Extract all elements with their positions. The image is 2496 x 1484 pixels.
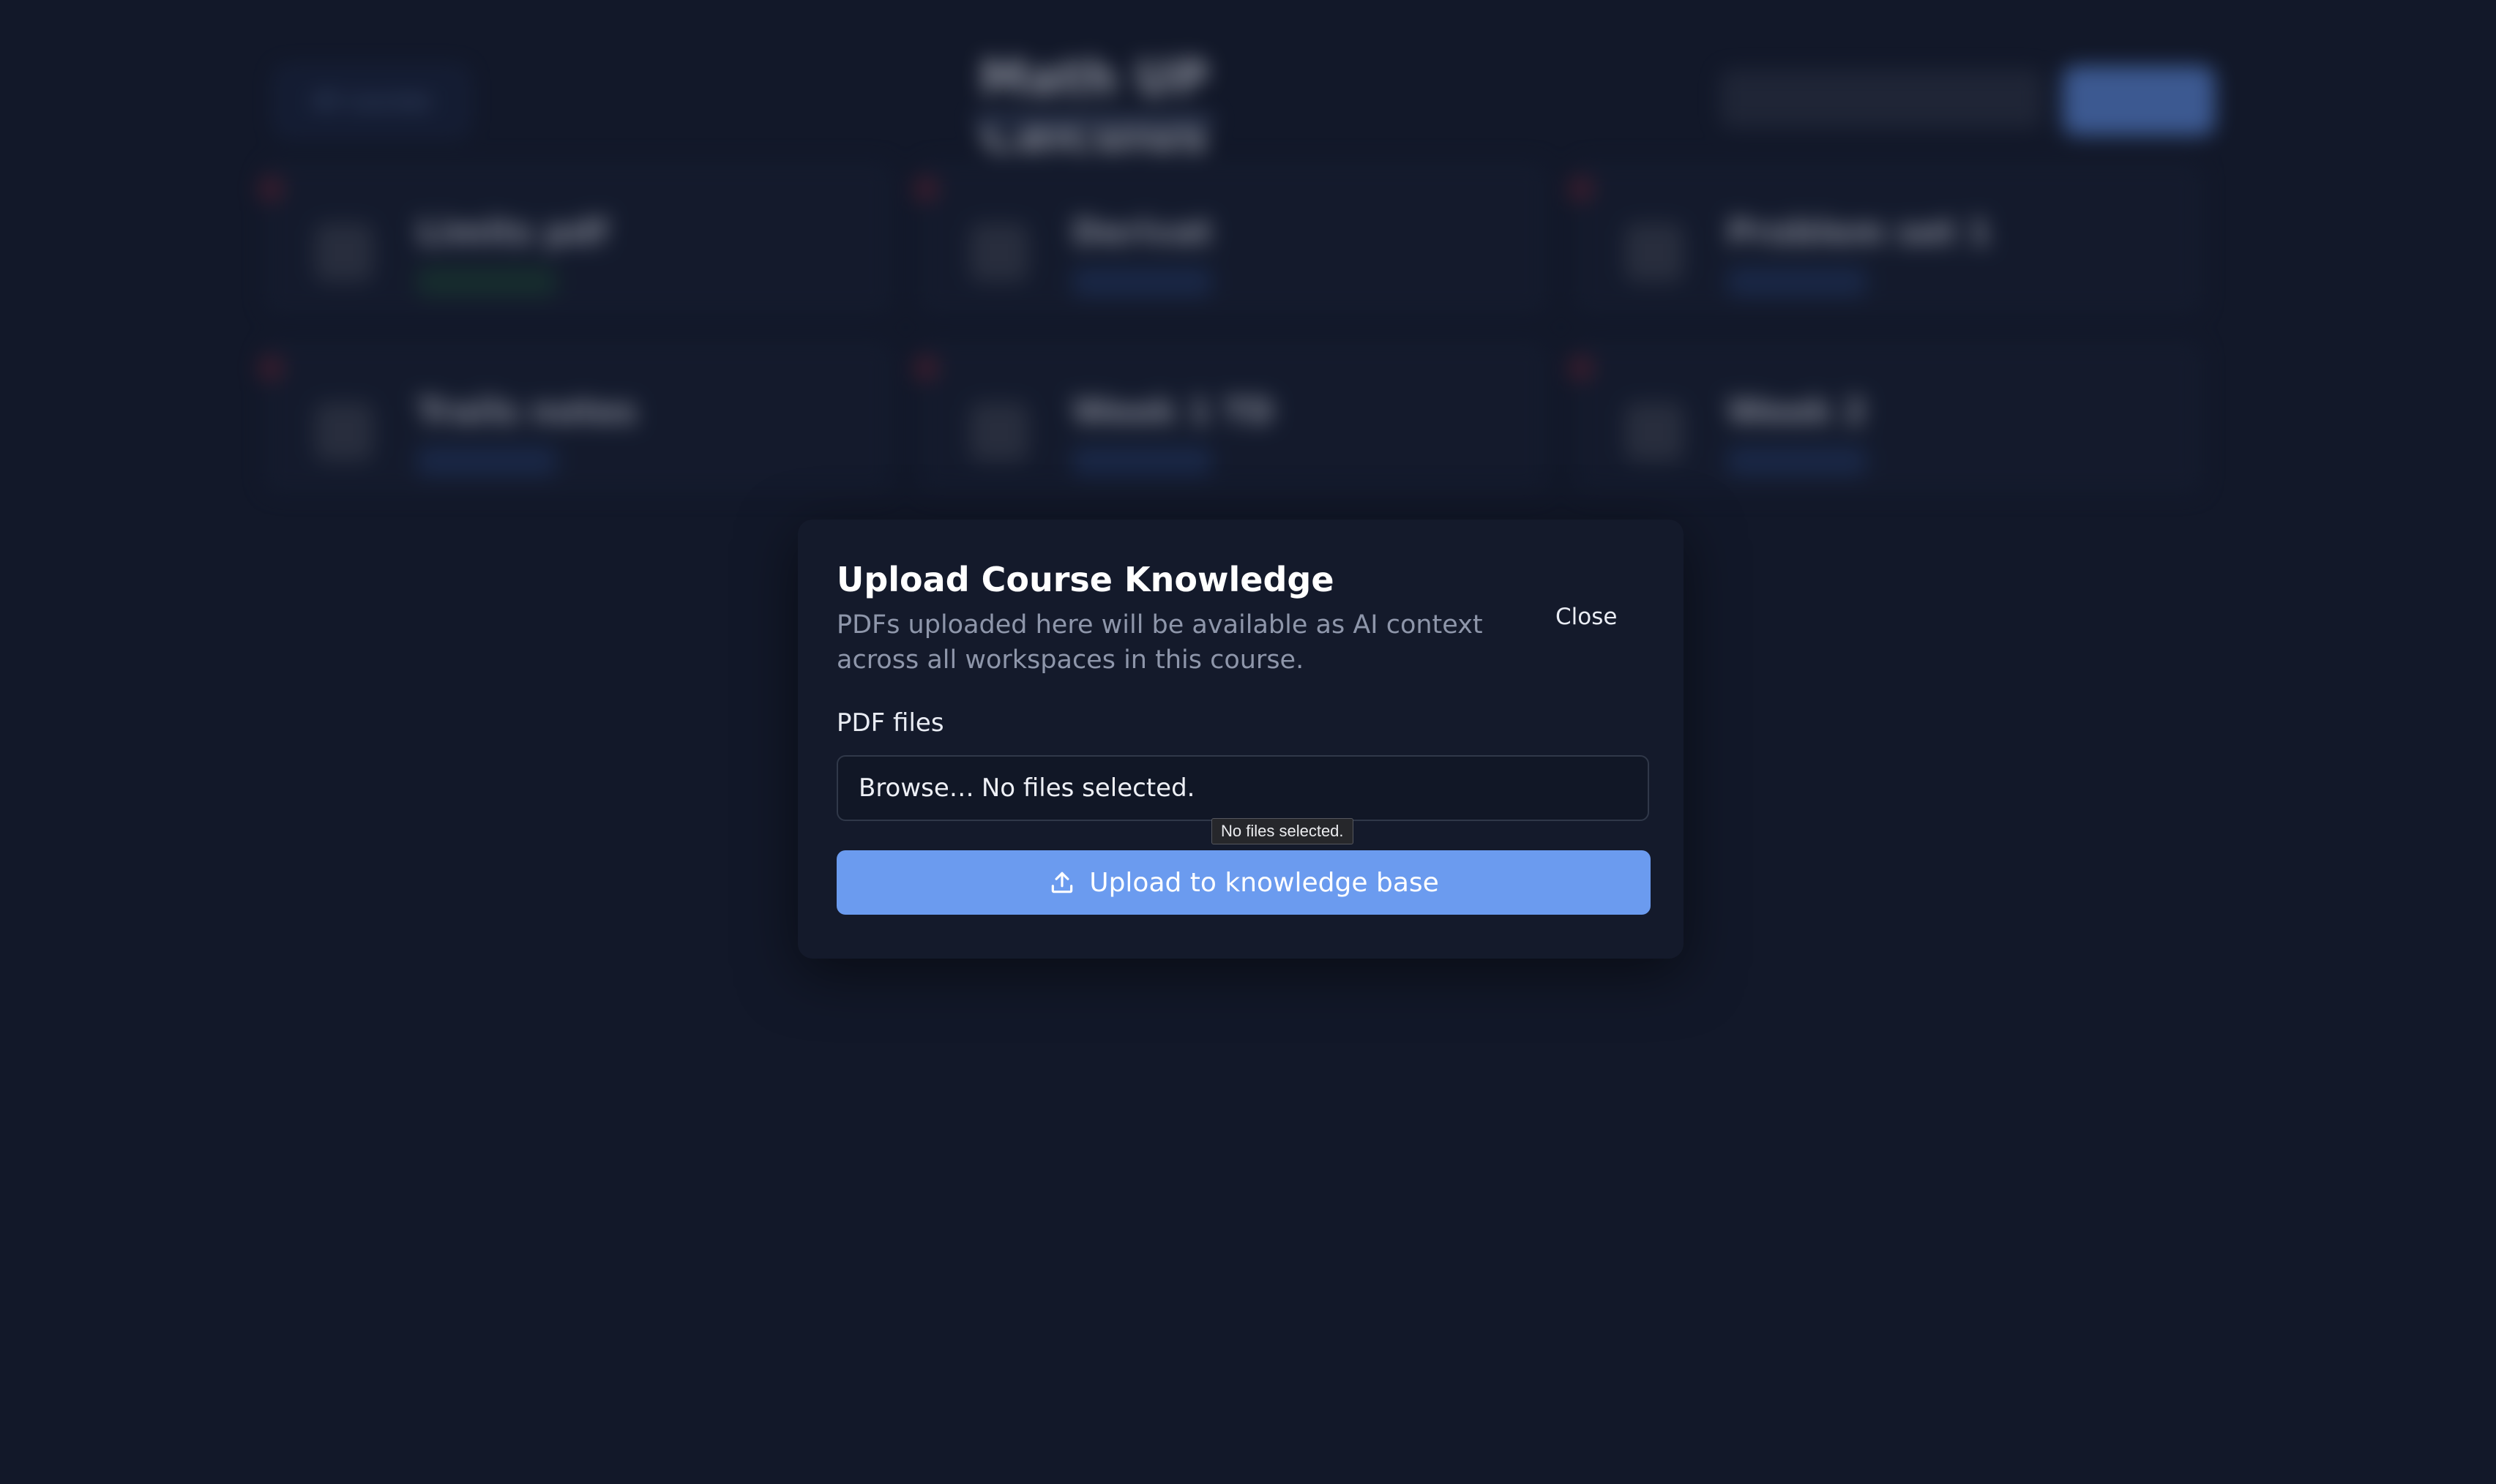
file-icon [315,402,373,461]
upload-button-label: Upload to knowledge base [1089,867,1439,898]
delete-dot [258,355,284,381]
page: All courses Math UP Calculus Limits pdf … [0,0,2496,1484]
workspace-grid: Limits pdf Derivat Problem set 1 Trails … [258,161,2232,512]
workspace-name: Trails notes [417,391,637,431]
upload-knowledge-button [2063,66,2215,135]
status-badge [1727,446,1867,476]
delete-dot [913,176,939,202]
workspace-card: Problem set 1 [1568,161,2203,315]
workspace-name: Limits pdf [417,212,608,252]
file-icon [1625,223,1684,282]
status-badge [1072,446,1211,476]
workspace-card: Limits pdf [258,161,893,315]
workspace-name: Week 2 [1727,391,1867,431]
search-field [1720,70,2042,128]
status-badge [417,446,556,476]
workspace-card: Derivat [913,161,1548,315]
dialog-title: Upload Course Knowledge [837,560,1334,599]
workspace-name: Problem set 1 [1727,212,1992,252]
status-badge [417,267,556,296]
pdf-files-label: PDF files [837,708,944,738]
status-badge [1727,267,1867,296]
delete-dot [1568,176,1594,202]
status-badge [1072,267,1211,296]
workspace-card: Trails notes [258,340,893,494]
app-title: Math UP Calculus [979,50,1209,162]
file-input-tooltip: No files selected. [1211,818,1353,844]
delete-dot [258,176,284,202]
upload-icon [1048,869,1076,896]
delete-dot [913,355,939,381]
workspace-card: Week 2 [1568,340,2203,494]
pdf-file-input[interactable]: Browse… No files selected. [837,755,1649,821]
workspace-name: Week 1 TD [1072,391,1274,431]
file-icon [970,402,1028,461]
workspace-card: Week 1 TD [913,340,1548,494]
dialog-description: PDFs uploaded here will be available as … [837,610,1483,675]
browse-button[interactable]: Browse… [859,773,974,803]
upload-knowledge-dialog: Upload Course Knowledge PDFs uploaded he… [798,520,1684,959]
close-button[interactable]: Close [1555,604,1617,630]
file-icon [315,223,373,282]
upload-to-knowledge-base-button[interactable]: Upload to knowledge base [837,850,1651,915]
workspace-name: Derivat [1072,212,1212,252]
app-subtitle-placeholder [974,113,1215,128]
file-status-text: No files selected. [981,773,1195,803]
file-icon [1625,402,1684,461]
back-button: All courses [274,66,469,136]
delete-dot [1568,355,1594,381]
file-icon [970,223,1028,282]
